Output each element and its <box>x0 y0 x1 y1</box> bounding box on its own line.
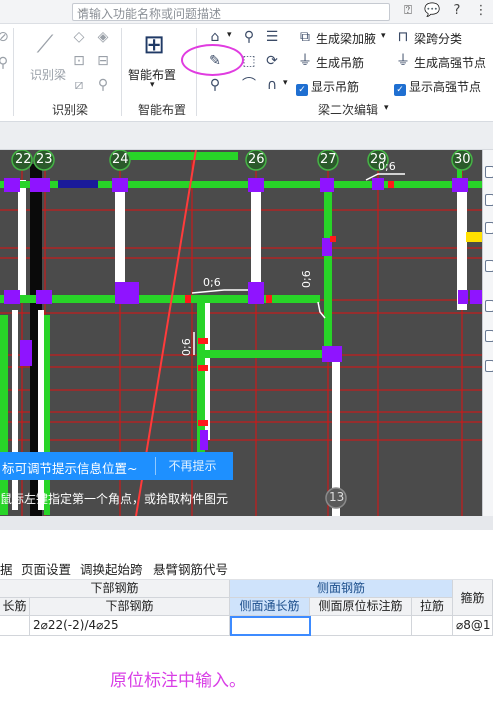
highlight-circle-annotation <box>181 44 244 76</box>
show-high-strength-label: 显示高强节点 <box>409 80 482 94</box>
divider <box>13 28 14 116</box>
show-hanger-checkbox[interactable]: ✓ 显示吊筋 <box>296 78 359 96</box>
table-cell-side-inplace[interactable] <box>311 616 412 636</box>
chevron-down-icon[interactable]: ▾ <box>381 31 386 41</box>
column-header-side-through: 侧面通长筋 <box>230 598 310 616</box>
column-header-tie: 拉筋 <box>412 598 453 616</box>
generate-high-strength-node-button[interactable]: 生成高强节点 <box>414 54 486 71</box>
help-circle-icon[interactable]: ⍰ <box>400 3 416 19</box>
status-message: 鼠标左键指定第一个角点，或拾取构件图元 <box>0 492 229 506</box>
menu-item-page-setup[interactable]: 页面设置 <box>21 559 71 578</box>
panel-tool-icon[interactable] <box>485 166 493 178</box>
annotation-text: 原位标注中输入。 <box>110 671 246 691</box>
beam-haunch-icon: ⧉ <box>300 29 310 45</box>
more-vertical-icon[interactable]: ⋮ <box>473 3 489 19</box>
chevron-down-icon[interactable]: ▾ <box>150 80 155 90</box>
checkmark-icon: ✓ <box>296 84 308 96</box>
chevron-down-icon[interactable]: ⌄ <box>77 4 386 15</box>
beam-tool-icon[interactable]: ⧄ <box>70 76 88 94</box>
group-label-smart: 智能布置 <box>138 103 187 117</box>
column-header-side-inplace: 侧面原位标注筋 <box>310 598 412 616</box>
toolbar-strip <box>0 122 493 150</box>
loop-tool-icon[interactable]: ∩ <box>263 76 281 94</box>
beam-tool-icon[interactable]: ⚲ <box>94 76 112 94</box>
menu-item-data[interactable]: 据 <box>0 559 13 578</box>
disabled-icon: ⚲ <box>0 55 9 71</box>
group-label-edit: 梁二次编辑 <box>318 103 379 117</box>
filter-tool-icon[interactable]: ⚲ <box>206 76 224 94</box>
beam-tool-icon[interactable]: ◇ <box>70 28 88 46</box>
column-header-bottom-rebar: 下部钢筋 <box>30 598 230 616</box>
right-toolbar <box>482 150 493 516</box>
ribbon: ⊘ ⚲ ⟋ 识别梁 ◇ ◈ ⊡ ⊟ ⧄ ⚲ 识别梁 ⊞ 智能布置 ▾ 智能布置 … <box>0 24 493 122</box>
top-bar: 请输入功能名称或问题描述 ⌄ ⍰ 💬 ? ⋮ <box>0 0 493 24</box>
menu-item-cantilever-code[interactable]: 悬臂钢筋代号 <box>153 559 228 578</box>
chevron-down-icon[interactable]: ▾ <box>283 78 288 88</box>
span-classify-button[interactable]: 梁跨分类 <box>414 30 462 47</box>
checkmark-icon: ✓ <box>394 84 406 96</box>
menu-item-swap-start-span[interactable]: 调换起始跨 <box>80 559 143 578</box>
table-cell-stirrup[interactable]: ⌀8@1 <box>453 616 493 636</box>
question-icon[interactable]: ? <box>449 3 465 19</box>
group-header-side: 侧面钢筋 <box>230 580 453 598</box>
panel-tool-icon[interactable] <box>485 330 493 342</box>
panel-tool-icon[interactable] <box>485 260 493 272</box>
divider <box>121 28 122 116</box>
beam-tool-icon[interactable]: ⊡ <box>70 52 88 70</box>
panel-tool-icon[interactable] <box>485 222 493 234</box>
tip-banner: 标可调节提示信息位置~ 不再提示 <box>0 452 233 480</box>
high-strength-node-icon: ⏚ <box>396 53 410 69</box>
show-hanger-label: 显示吊筋 <box>311 80 360 94</box>
disabled-icon: ⊘ <box>0 29 9 45</box>
panel-tool-icon[interactable] <box>485 194 493 206</box>
arch-tool-icon[interactable]: ⌒ <box>240 76 258 94</box>
identify-beam-button[interactable]: 识别梁 <box>30 66 66 83</box>
chevron-down-icon[interactable]: ▾ <box>227 30 232 40</box>
rebar-table: 下部钢筋 侧面钢筋 箍筋 长筋 下部钢筋 侧面通长筋 侧面原位标注筋 拉筋 2⌀… <box>0 580 493 636</box>
table-toolbar: 据 页面设置 调换起始跨 悬臂钢筋代号 <box>0 554 493 580</box>
column-header-long-rebar: 长筋 <box>0 598 30 616</box>
app-window: 请输入功能名称或问题描述 ⌄ ⍰ 💬 ? ⋮ ⊘ ⚲ ⟋ 识别梁 ◇ ◈ ⊡ ⊟… <box>0 0 493 717</box>
group-header-bottom: 下部钢筋 <box>0 580 230 598</box>
generate-hanger-button[interactable]: 生成吊筋 <box>316 54 364 71</box>
search-input[interactable]: 请输入功能名称或问题描述 ⌄ <box>72 3 390 21</box>
group-label-identify: 识别梁 <box>52 103 89 117</box>
table-tool-icon[interactable]: ☰ <box>263 28 281 46</box>
smart-layout-icon[interactable]: ⊞ <box>138 28 170 62</box>
column-header-stirrup: 箍筋 <box>453 580 493 616</box>
splitter[interactable] <box>0 516 493 530</box>
tip-message: 标可调节提示信息位置~ <box>2 461 138 476</box>
hanger-rebar-icon: ⏚ <box>298 53 312 69</box>
refresh-tool-icon[interactable]: ⟳ <box>263 52 281 70</box>
generate-beam-haunch-button[interactable]: 生成梁加腋 <box>316 30 376 47</box>
table-cell-side-through[interactable] <box>230 616 311 636</box>
panel-tool-icon[interactable] <box>485 360 493 372</box>
hanger-tool-icon[interactable]: ⚲ <box>240 28 258 46</box>
show-high-strength-checkbox[interactable]: ✓ 显示高强节点 <box>394 78 481 96</box>
panel-gap <box>0 530 493 554</box>
chat-bubble-icon[interactable]: 💬 <box>424 3 440 19</box>
table-cell-bottom-rebar[interactable]: 2⌀22(-2)/4⌀25 <box>30 616 230 636</box>
tip-dismiss-button[interactable]: 不再提示 <box>155 457 229 475</box>
beam-tool-icon[interactable]: ◈ <box>94 28 112 46</box>
panel-tool-icon[interactable] <box>485 300 493 312</box>
span-classify-icon: ⊓ <box>397 29 409 45</box>
identify-beam-icon[interactable]: ⟋ <box>30 30 60 58</box>
table-cell-tie[interactable] <box>412 616 453 636</box>
table-cell[interactable] <box>0 616 30 636</box>
chevron-down-icon[interactable]: ▾ <box>384 103 389 113</box>
beam-tool-icon[interactable]: ⊟ <box>94 52 112 70</box>
